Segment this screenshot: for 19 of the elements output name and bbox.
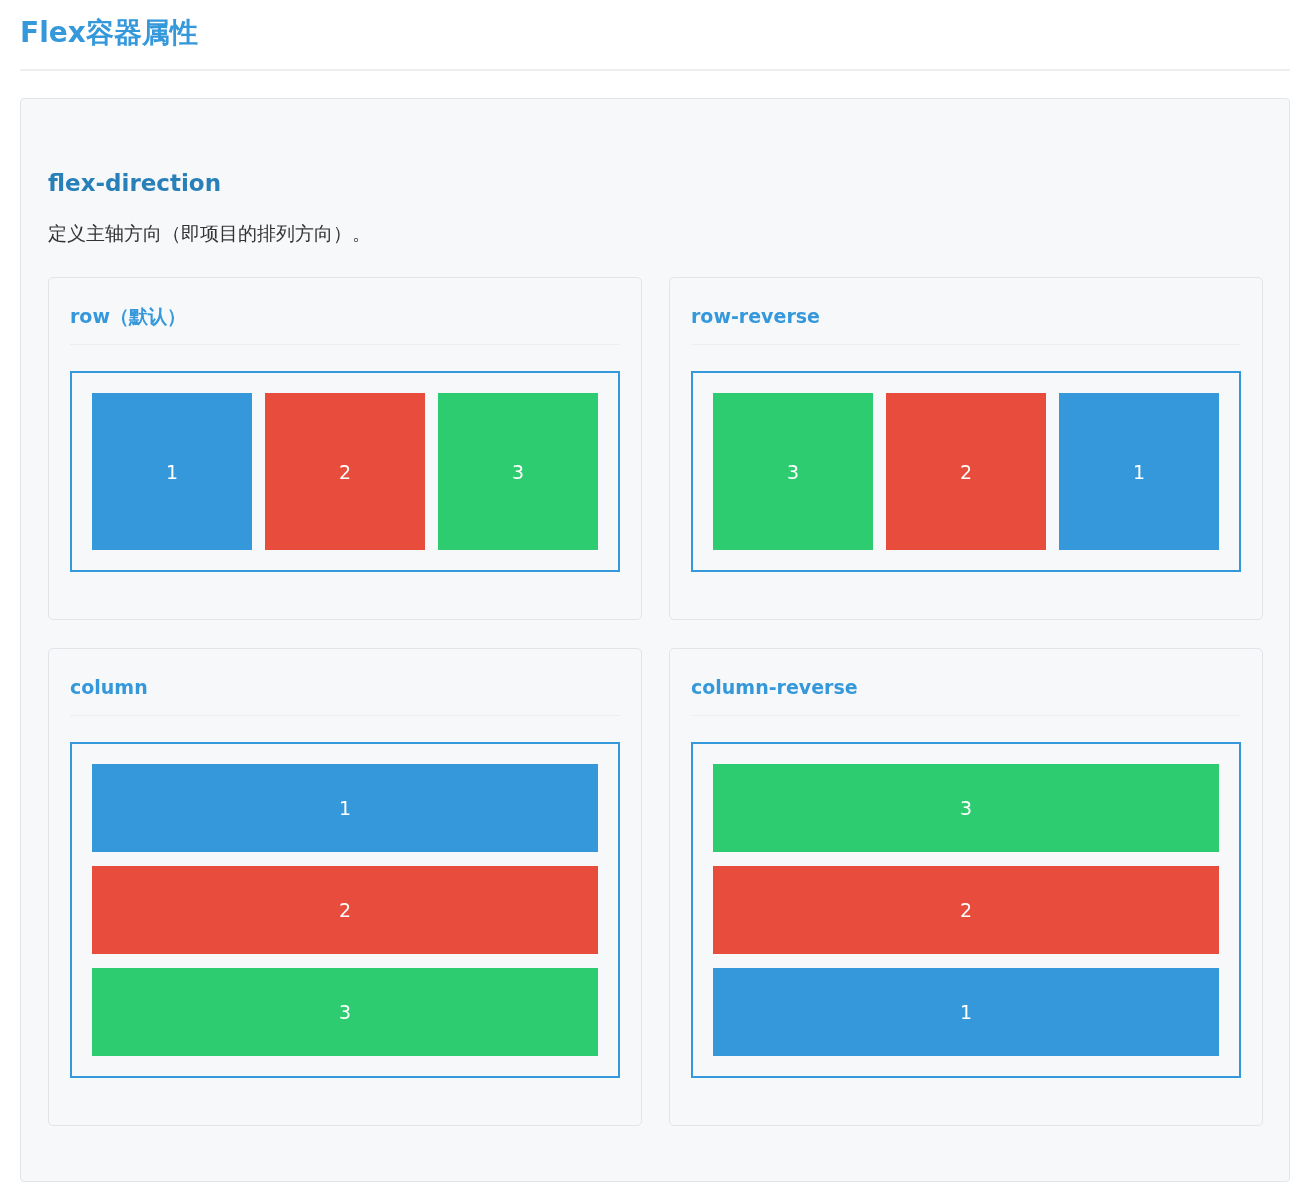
section-heading: flex-direction — [48, 169, 221, 198]
section-description: 定义主轴方向（即项目的排列方向）。 — [48, 221, 371, 246]
flex-item: 1 — [713, 968, 1219, 1056]
flex-item: 3 — [92, 968, 598, 1056]
page-title: Flex容器属性 — [20, 15, 199, 51]
flex-item: 3 — [438, 393, 598, 550]
flex-item: 2 — [92, 866, 598, 954]
flex-item: 3 — [713, 393, 873, 550]
flex-item: 1 — [92, 393, 252, 550]
card-title: row（默认） — [70, 304, 186, 329]
flex-item: 1 — [92, 764, 598, 852]
flex-item: 2 — [713, 866, 1219, 954]
card-title: column — [70, 675, 148, 700]
flex-item: 1 — [1059, 393, 1219, 550]
flex-item: 2 — [265, 393, 425, 550]
card-title: column-reverse — [691, 675, 858, 700]
card-title: row-reverse — [691, 304, 820, 329]
flex-item: 3 — [713, 764, 1219, 852]
flex-item: 2 — [886, 393, 1046, 550]
